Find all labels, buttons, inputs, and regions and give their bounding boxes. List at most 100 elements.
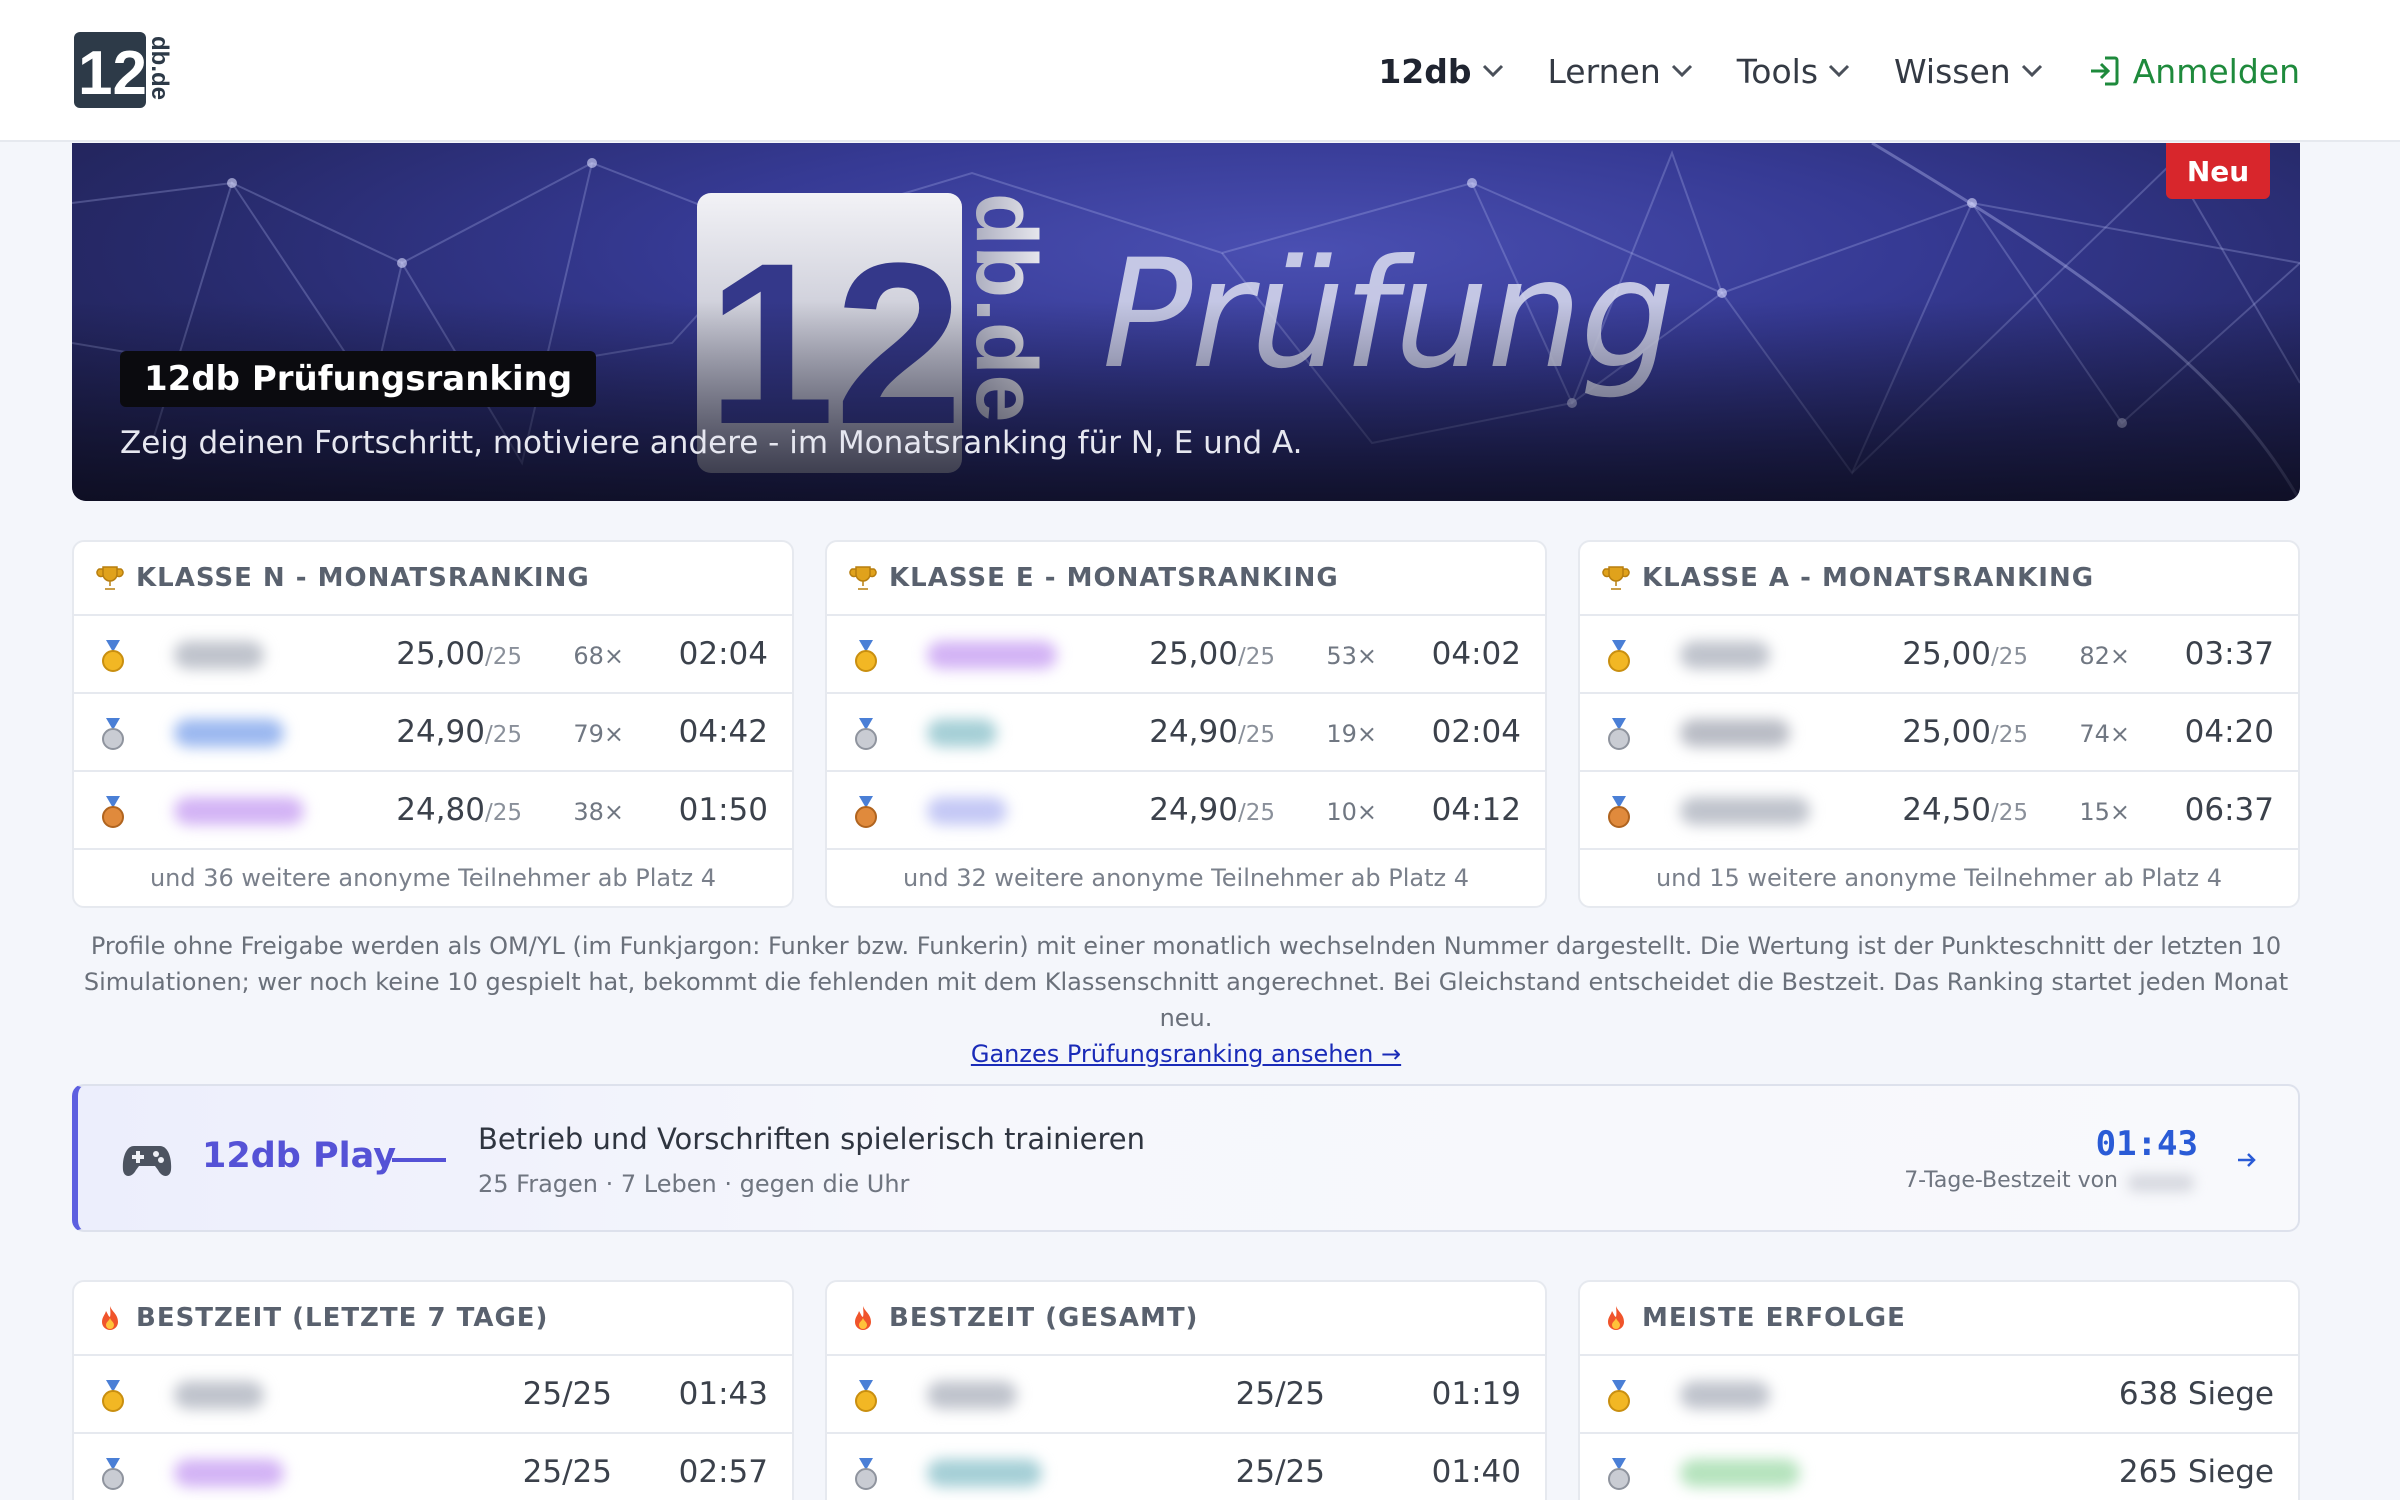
nav-label: 12db	[1378, 51, 1472, 91]
blurred-username	[174, 1381, 264, 1409]
new-badge: Neu	[2166, 143, 2270, 199]
arrow-right-icon[interactable]	[2236, 1150, 2258, 1170]
leader-card-best-7days: BESTZEIT (LETZTE 7 TAGE) 25/25 01:43 25/…	[72, 1280, 794, 1500]
attempt-count: 53×	[1326, 642, 1377, 670]
time: 04:12	[1431, 792, 1521, 828]
blurred-username	[174, 797, 304, 825]
time: 06:37	[2184, 792, 2274, 828]
login-label: Anmelden	[2132, 51, 2300, 91]
chevron-down-icon	[1828, 64, 1850, 78]
blurred-username	[1680, 1459, 1800, 1487]
nav-item-lernen[interactable]: Lernen	[1548, 52, 1693, 91]
score: 24,80/25	[396, 792, 522, 828]
table-row[interactable]: 25,00/25 74× 04:20	[1580, 694, 2298, 772]
attempt-count: 74×	[2079, 720, 2130, 748]
blurred-username	[927, 1459, 1042, 1487]
ranking-card-e: KLASSE E - MONATSRANKING 25,00/25 53× 04…	[825, 540, 1547, 908]
table-row[interactable]: 265 Siege	[1580, 1434, 2298, 1500]
score: 24,90/25	[1149, 714, 1275, 750]
play-divider	[392, 1158, 446, 1162]
table-row[interactable]: 25/25 01:40	[827, 1434, 1545, 1500]
blurred-username	[1680, 641, 1770, 669]
blurred-username	[174, 1459, 284, 1487]
ranking-note: Profile ohne Freigabe werden als OM/YL (…	[72, 928, 2300, 1072]
card-footer: und 36 weitere anonyme Teilnehmer ab Pla…	[149, 864, 717, 892]
card-footer: und 15 weitere anonyme Teilnehmer ab Pla…	[1655, 864, 2223, 892]
nav-label: Wissen	[1894, 51, 2011, 91]
time: 04:42	[678, 714, 768, 750]
bronze-medal-icon	[102, 796, 124, 828]
blurred-username	[927, 719, 997, 747]
card-footer: und 32 weitere anonyme Teilnehmer ab Pla…	[902, 864, 1470, 892]
gold-medal-icon	[855, 640, 877, 672]
card-header: KLASSE N - MONATSRANKING	[74, 542, 792, 616]
attempt-count: 19×	[1326, 720, 1377, 748]
nav-label: Lernen	[1547, 51, 1661, 91]
card-title: KLASSE A - MONATSRANKING	[1642, 563, 2095, 593]
login-link[interactable]: Anmelden	[2087, 52, 2300, 91]
gold-medal-icon	[1608, 1380, 1630, 1412]
wins: 638 Siege	[2118, 1376, 2274, 1412]
trophy-icon	[1602, 566, 1630, 590]
note-line: Simulationen; wer noch keine 10 gespielt…	[83, 968, 2289, 1032]
table-row[interactable]: 24,50/25 15× 06:37	[1580, 772, 2298, 850]
card-header: MEISTE ERFOLGE	[1580, 1282, 2298, 1356]
table-row[interactable]: 25/25 02:57	[74, 1434, 792, 1500]
table-row[interactable]: 638 Siege	[1580, 1356, 2298, 1434]
gold-medal-icon	[102, 640, 124, 672]
chevron-down-icon	[1671, 64, 1692, 78]
leader-card-most-wins: MEISTE ERFOLGE 638 Siege 265 Siege	[1578, 1280, 2300, 1500]
table-row[interactable]: 24,90/25 10× 04:12	[827, 772, 1545, 850]
silver-medal-icon	[1608, 1458, 1630, 1490]
table-row[interactable]: 24,90/25 19× 02:04	[827, 694, 1545, 772]
card-header: KLASSE A - MONATSRANKING	[1580, 542, 2298, 616]
flame-icon	[102, 1306, 118, 1330]
table-row[interactable]: 25/25 01:43	[74, 1356, 792, 1434]
table-row[interactable]: 25,00/25 82× 03:37	[1580, 616, 2298, 694]
play-title: 12db Play	[202, 1136, 397, 1176]
trophy-icon	[849, 566, 877, 590]
card-title: KLASSE N - MONATSRANKING	[136, 563, 590, 593]
time: 01:40	[1431, 1454, 1521, 1490]
time: 02:04	[1431, 714, 1521, 750]
gold-medal-icon	[1608, 640, 1630, 672]
table-row[interactable]: 25,00/25 68× 02:04	[74, 616, 792, 694]
time: 02:57	[678, 1454, 768, 1490]
card-title: BESTZEIT (GESAMT)	[889, 1303, 1199, 1333]
score: 25/25	[1235, 1454, 1325, 1490]
blurred-username	[1680, 1381, 1770, 1409]
bronze-medal-icon	[855, 796, 877, 828]
hero-banner[interactable]: 12 db.de Prüfung Neu 12db Prüfungsrankin…	[72, 143, 2300, 501]
card-title: KLASSE E - MONATSRANKING	[889, 563, 1339, 593]
table-row[interactable]: 24,80/25 38× 01:50	[74, 772, 792, 850]
gold-medal-icon	[855, 1380, 877, 1412]
blurred-username	[2128, 1174, 2194, 1192]
score: 25,00/25	[1149, 636, 1275, 672]
full-ranking-link[interactable]: Ganzes Prüfungsranking ansehen →	[971, 1040, 1401, 1068]
table-row[interactable]: 25,00/25 53× 04:02	[827, 616, 1545, 694]
play-description: Betrieb und Vorschriften spielerisch tra…	[478, 1122, 1145, 1156]
table-row[interactable]: 24,90/25 79× 04:42	[74, 694, 792, 772]
time: 04:20	[2184, 714, 2274, 750]
nav-item-12db[interactable]: 12db	[1378, 52, 1503, 91]
leader-card-best-total: BESTZEIT (GESAMT) 25/25 01:19 25/25 01:4…	[825, 1280, 1547, 1500]
nav-item-tools[interactable]: Tools	[1737, 52, 1850, 91]
score: 24,50/25	[1902, 792, 2028, 828]
score: 25/25	[1235, 1376, 1325, 1412]
site-header: 12 db.de 12db Lernen Tools Wissen Anmeld…	[0, 0, 2400, 142]
ranking-card-n: KLASSE N - MONATSRANKING 25,00/25 68× 02…	[72, 540, 794, 908]
note-line: Profile ohne Freigabe werden als OM/YL (…	[90, 932, 2282, 960]
chevron-down-icon	[2021, 64, 2042, 78]
nav-item-wissen[interactable]: Wissen	[1894, 52, 2043, 91]
trophy-icon	[96, 566, 124, 590]
play-banner[interactable]: 12db Play Betrieb und Vorschriften spiel…	[72, 1084, 2300, 1232]
table-row[interactable]: 25/25 01:19	[827, 1356, 1545, 1434]
blurred-username	[927, 641, 1057, 669]
flame-icon	[855, 1306, 871, 1330]
score: 25,00/25	[1902, 714, 2028, 750]
silver-medal-icon	[855, 1458, 877, 1490]
site-logo-icon[interactable]: 12 db.de	[72, 30, 182, 110]
nav-label: Tools	[1736, 51, 1819, 91]
hero-title: 12db Prüfungsranking	[120, 351, 597, 407]
card-header: BESTZEIT (GESAMT)	[827, 1282, 1545, 1356]
